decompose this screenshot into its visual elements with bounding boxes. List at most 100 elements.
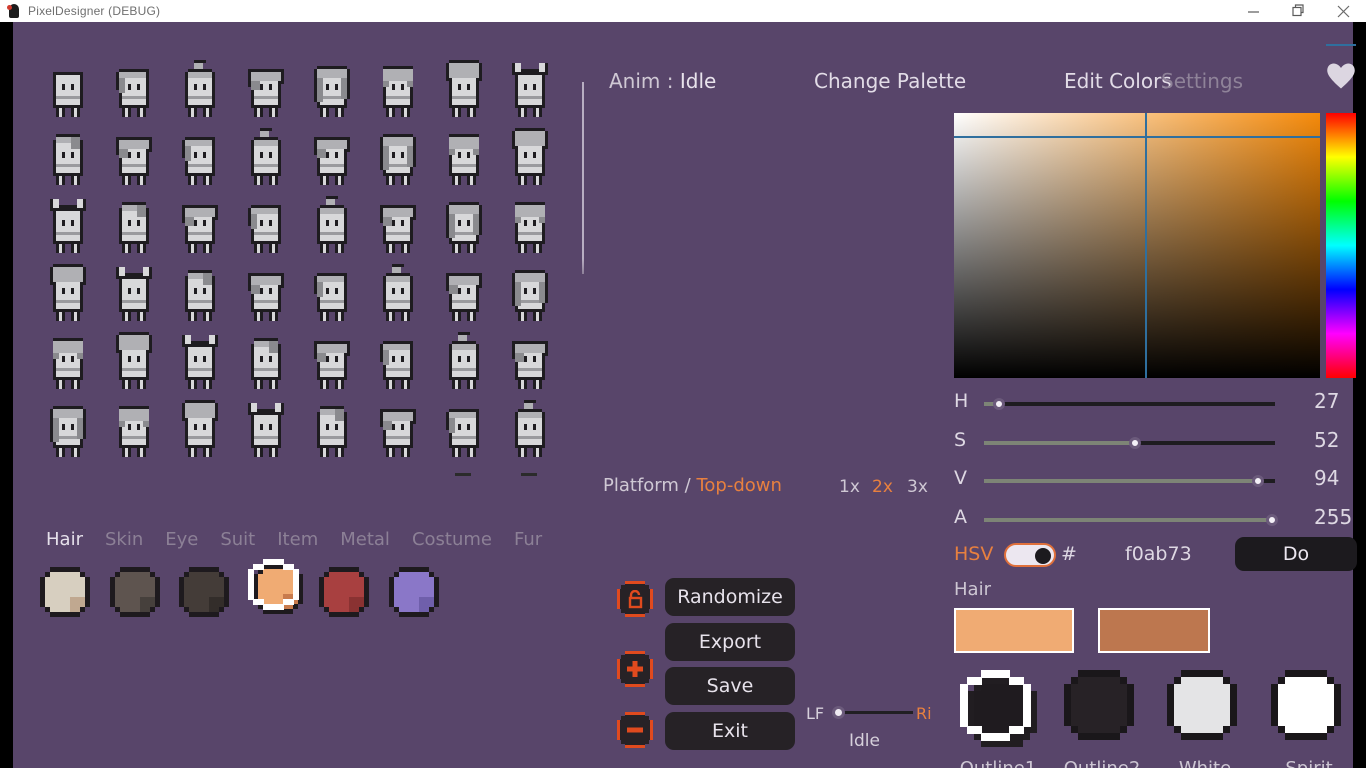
minimize-button[interactable] bbox=[1231, 0, 1276, 22]
sprite-variant[interactable] bbox=[501, 336, 567, 404]
sprite-variant[interactable] bbox=[237, 268, 303, 336]
sprite-variant[interactable] bbox=[39, 132, 105, 200]
sprite-variant[interactable] bbox=[171, 200, 237, 268]
slider-s[interactable]: S 52 bbox=[954, 428, 1356, 459]
sprite-variant[interactable] bbox=[303, 196, 369, 268]
sprite-variant[interactable] bbox=[237, 128, 303, 200]
sprite-variant[interactable] bbox=[105, 404, 171, 472]
zoom-2x[interactable]: 2x bbox=[872, 477, 893, 497]
sprite-variant[interactable] bbox=[369, 64, 435, 132]
sprite-variant[interactable] bbox=[435, 200, 501, 268]
sprite-variant[interactable] bbox=[369, 264, 435, 336]
sprite-variant[interactable] bbox=[237, 64, 303, 132]
sprite-variant[interactable] bbox=[237, 200, 303, 268]
category-tab-item[interactable]: Item bbox=[277, 529, 318, 550]
slider-fill bbox=[984, 479, 1258, 483]
save-button[interactable]: Save bbox=[665, 667, 795, 705]
sprite-variant[interactable] bbox=[105, 200, 171, 268]
minus-icon bbox=[617, 712, 653, 748]
sprite-variant[interactable] bbox=[39, 199, 105, 268]
sprite-variant[interactable] bbox=[303, 404, 369, 472]
hue-strip[interactable] bbox=[1326, 113, 1356, 378]
category-tab-skin[interactable]: Skin bbox=[105, 529, 143, 550]
close-button[interactable] bbox=[1321, 0, 1366, 22]
sv-cursor-vertical bbox=[1145, 113, 1147, 378]
sprite-variant-grid[interactable] bbox=[39, 60, 569, 494]
hex-value[interactable]: f0ab73 bbox=[1125, 543, 1192, 565]
sprite-variant[interactable] bbox=[105, 332, 171, 404]
sprite-variant[interactable] bbox=[501, 400, 567, 472]
export-button[interactable]: Export bbox=[665, 623, 795, 661]
group-swatch-hair-light[interactable] bbox=[954, 608, 1074, 653]
sprite-variant[interactable] bbox=[501, 200, 567, 268]
slider-knob-s[interactable] bbox=[1129, 437, 1142, 449]
zoom-3x[interactable]: 3x bbox=[907, 477, 928, 497]
slider-a[interactable]: A 255 bbox=[954, 505, 1356, 536]
change-palette-button[interactable]: Change Palette bbox=[814, 69, 966, 93]
anim-direction-slider-knob[interactable] bbox=[832, 706, 845, 719]
slider-track[interactable] bbox=[984, 402, 1275, 406]
slider-h[interactable]: H 27 bbox=[954, 389, 1356, 420]
slider-value-a: 255 bbox=[1314, 505, 1353, 529]
sprite-variant[interactable] bbox=[171, 132, 237, 200]
slider-knob-v[interactable] bbox=[1251, 475, 1264, 487]
sprite-variant[interactable] bbox=[171, 268, 237, 336]
lock-open-icon-button[interactable] bbox=[617, 581, 653, 617]
category-tab-costume[interactable]: Costume bbox=[412, 529, 492, 550]
category-tab-eye[interactable]: Eye bbox=[165, 529, 198, 550]
sprite-variant[interactable] bbox=[435, 404, 501, 472]
sprite-variant[interactable] bbox=[435, 60, 501, 132]
sprite-variant[interactable] bbox=[435, 268, 501, 336]
sprite-variant[interactable] bbox=[171, 400, 237, 472]
sprite-variant[interactable] bbox=[303, 64, 369, 132]
tab-edit-colors[interactable]: Edit Colors bbox=[1064, 69, 1172, 93]
sprite-variant[interactable] bbox=[303, 336, 369, 404]
sprite-variant[interactable] bbox=[39, 336, 105, 404]
sprite-variant[interactable] bbox=[369, 132, 435, 200]
apply-button[interactable]: Do bbox=[1235, 537, 1357, 571]
category-tab-suit[interactable]: Suit bbox=[220, 529, 255, 550]
heart-icon[interactable] bbox=[1326, 62, 1356, 92]
sprite-variant[interactable] bbox=[369, 336, 435, 404]
sprite-variant[interactable] bbox=[105, 64, 171, 132]
category-tab-fur[interactable]: Fur bbox=[514, 529, 542, 550]
maximize-button[interactable] bbox=[1276, 0, 1321, 22]
sprite-variant[interactable] bbox=[39, 404, 105, 472]
zoom-1x[interactable]: 1x bbox=[839, 477, 860, 497]
sprite-variant[interactable] bbox=[501, 63, 567, 132]
category-tabs[interactable]: Hair Skin Eye Suit Item Metal Costume Fur bbox=[46, 529, 564, 550]
tab-settings[interactable]: Settings bbox=[1161, 69, 1243, 93]
slider-v[interactable]: V 94 bbox=[954, 466, 1356, 497]
sprite-variant[interactable] bbox=[435, 332, 501, 404]
exit-button[interactable]: Exit bbox=[665, 712, 795, 750]
sprite-variant[interactable] bbox=[105, 267, 171, 336]
anim-direction-slider[interactable] bbox=[833, 711, 913, 714]
randomize-button[interactable]: Randomize bbox=[665, 578, 795, 616]
group-swatch-hair-dark[interactable] bbox=[1098, 608, 1210, 653]
add-color-button[interactable] bbox=[617, 651, 653, 687]
sprite-variant[interactable] bbox=[303, 268, 369, 336]
slider-knob-h[interactable] bbox=[992, 398, 1005, 410]
sprite-variant[interactable] bbox=[39, 264, 105, 336]
saturation-value-picker[interactable] bbox=[954, 113, 1320, 378]
sprite-variant[interactable] bbox=[501, 128, 567, 200]
window-titlebar: PixelDesigner (DEBUG) bbox=[0, 0, 1366, 22]
category-tab-hair[interactable]: Hair bbox=[46, 529, 83, 550]
sprite-variant[interactable] bbox=[369, 404, 435, 472]
category-tab-metal[interactable]: Metal bbox=[340, 529, 390, 550]
sprite-variant[interactable] bbox=[303, 132, 369, 200]
view-topdown[interactable]: Top-down bbox=[696, 475, 781, 496]
sprite-variant[interactable] bbox=[435, 132, 501, 200]
sprite-variant[interactable] bbox=[501, 268, 567, 336]
view-platform[interactable]: Platform bbox=[603, 475, 679, 496]
color-mode-toggle[interactable] bbox=[1004, 543, 1056, 567]
slider-knob-a[interactable] bbox=[1266, 514, 1279, 526]
remove-color-button[interactable] bbox=[617, 712, 653, 748]
sprite-variant[interactable] bbox=[369, 200, 435, 268]
sprite-variant[interactable] bbox=[105, 132, 171, 200]
sprite-variant[interactable] bbox=[237, 336, 303, 404]
sprite-variant[interactable] bbox=[171, 60, 237, 132]
sprite-variant[interactable] bbox=[171, 335, 237, 404]
sprite-variant[interactable] bbox=[237, 403, 303, 472]
sprite-variant[interactable] bbox=[39, 64, 105, 132]
